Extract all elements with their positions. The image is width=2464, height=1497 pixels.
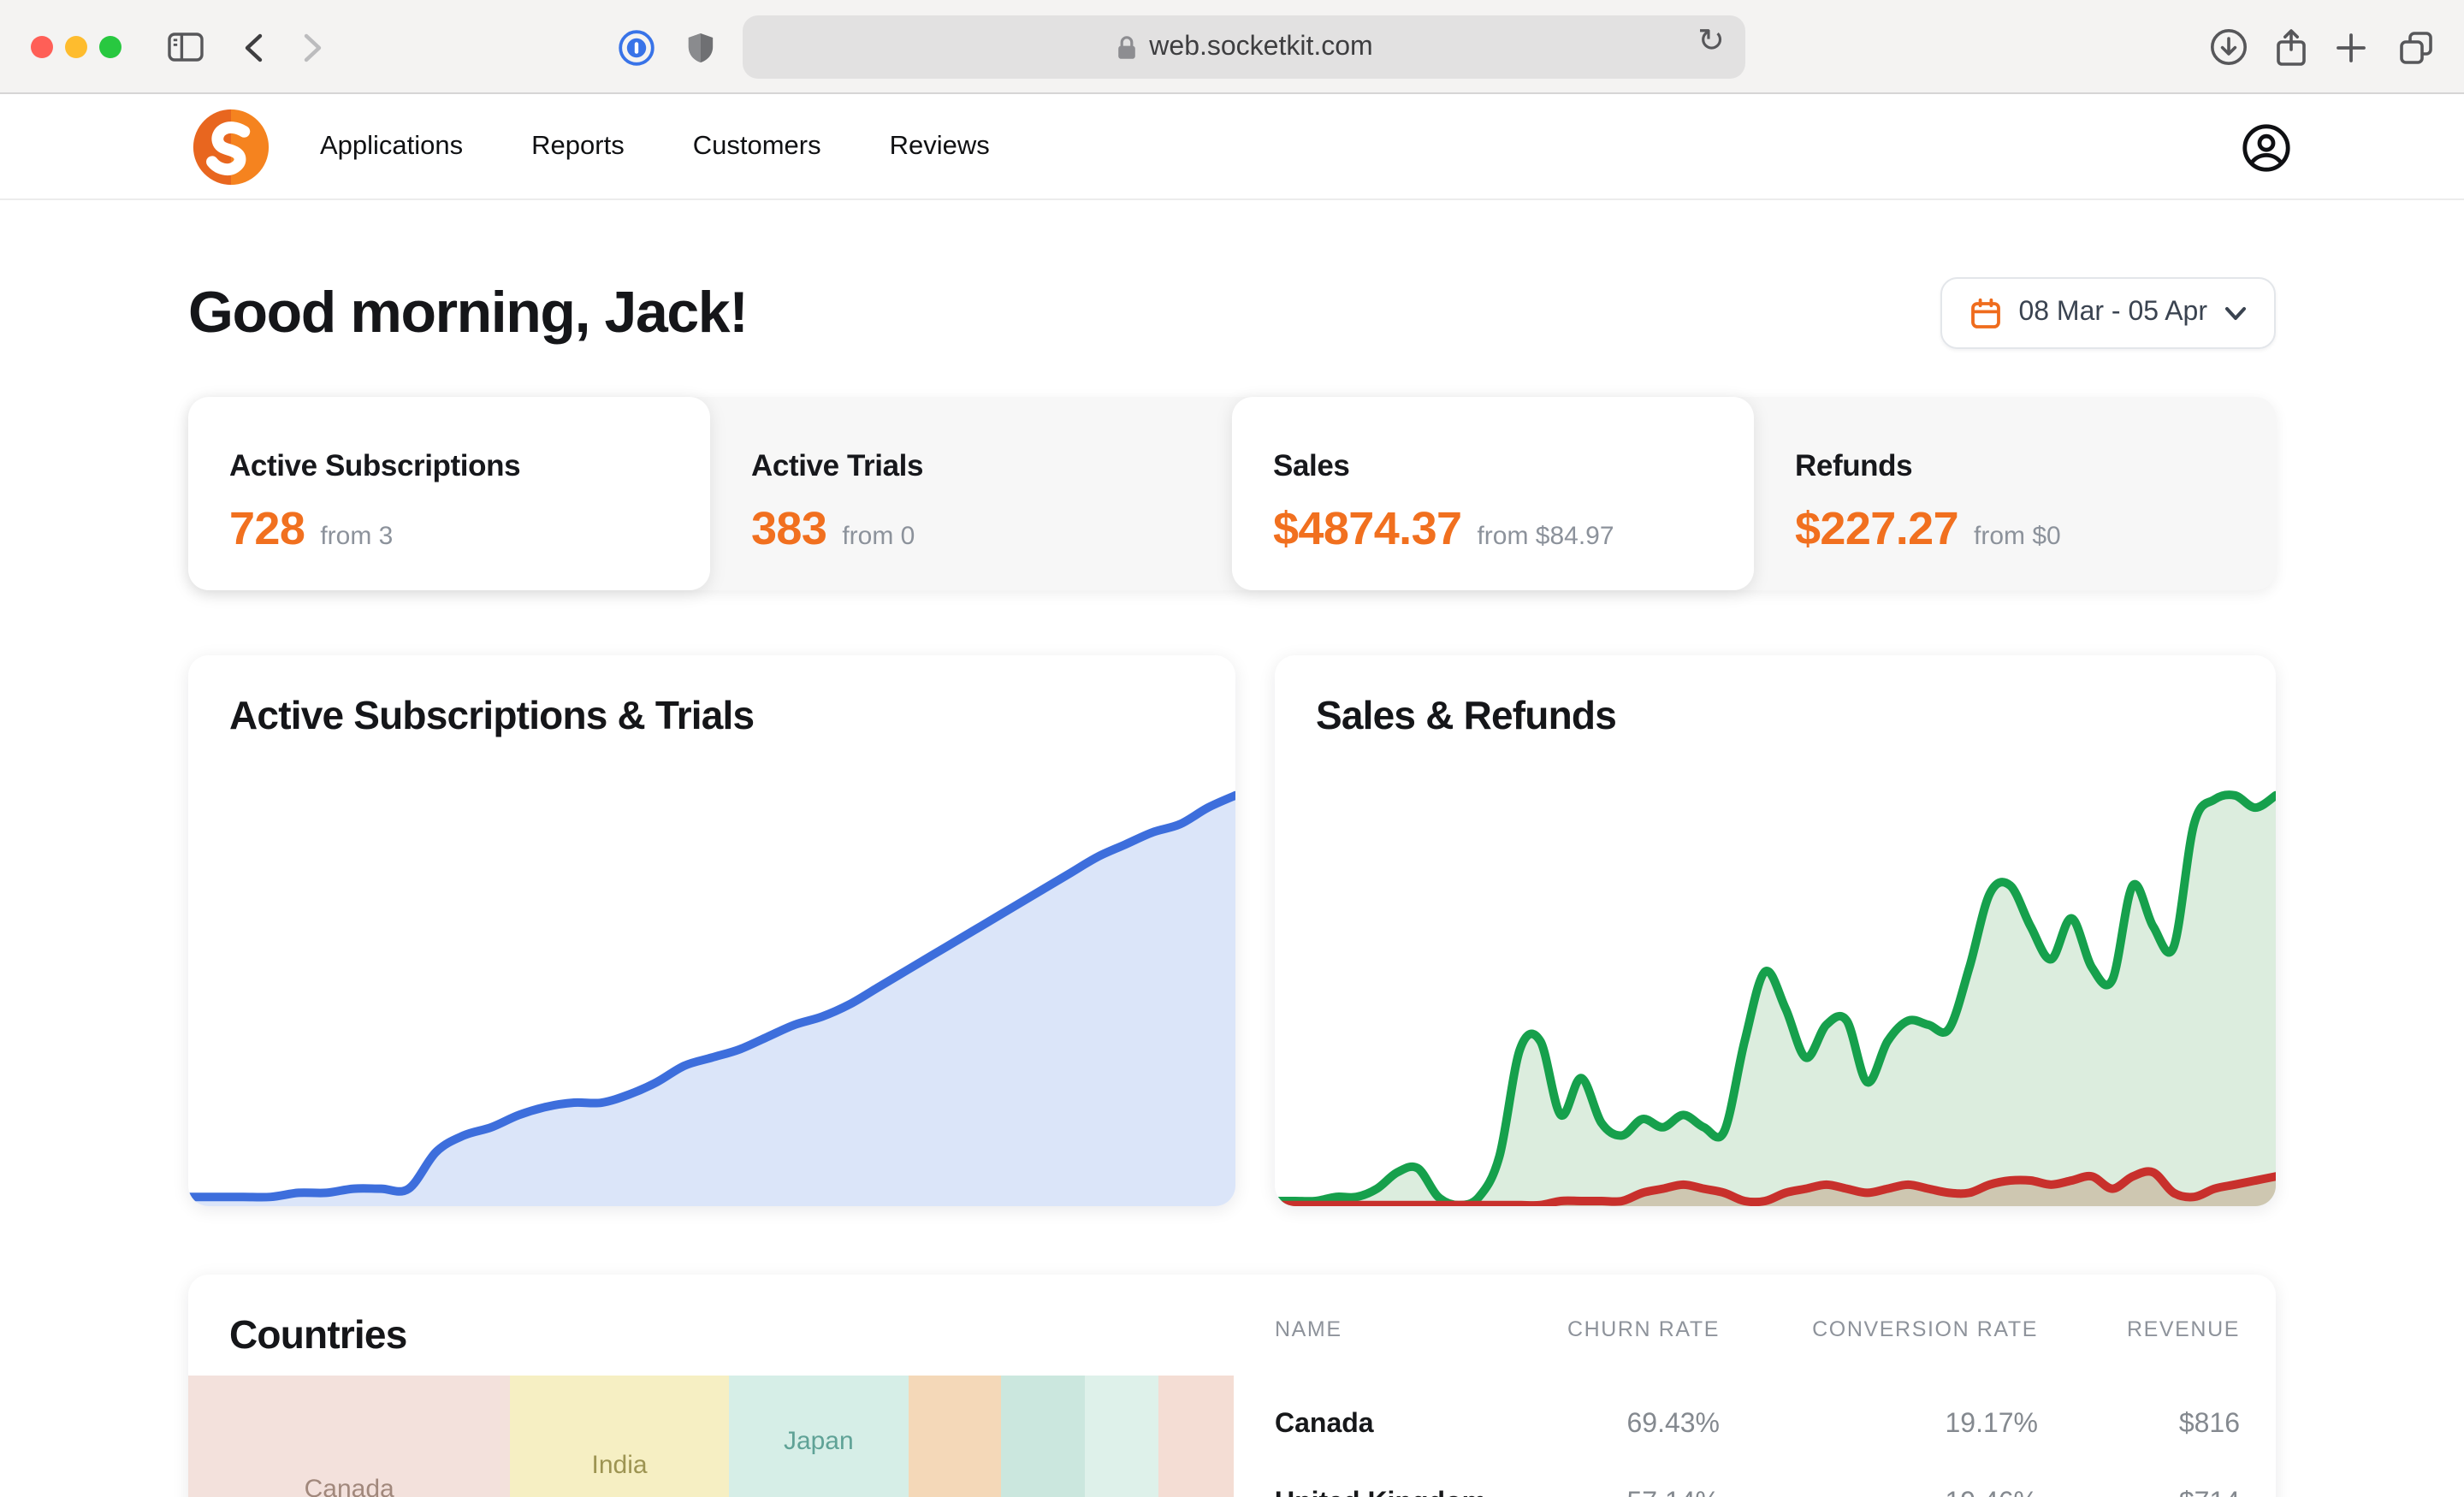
treemap-block: India bbox=[510, 1376, 728, 1497]
traffic-lights bbox=[31, 36, 121, 58]
nav-links: Applications Reports Customers Reviews bbox=[320, 131, 990, 162]
churn-rate-value: 69.43% bbox=[1531, 1406, 1720, 1444]
countries-card: Countries CanadaIndiaJapan NAME CHURN RA… bbox=[188, 1275, 2276, 1497]
lock-icon bbox=[1115, 33, 1137, 61]
new-tab-button[interactable] bbox=[2327, 0, 2375, 94]
account-menu-button[interactable] bbox=[2238, 120, 2293, 175]
share-icon bbox=[2274, 27, 2308, 68]
country-name: United Kingdom bbox=[1275, 1485, 1531, 1497]
stat-card-refunds[interactable]: Refunds $227.27 from $0 bbox=[1754, 397, 2276, 590]
socketkit-logo-icon bbox=[192, 107, 270, 186]
nav-item-applications[interactable]: Applications bbox=[320, 131, 463, 162]
sales-refunds-area-chart bbox=[1275, 787, 2276, 1206]
stat-title: Refunds bbox=[1795, 448, 2276, 484]
browser-chrome: web.socketkit.com ↻ bbox=[0, 0, 2464, 94]
close-window-button[interactable] bbox=[31, 36, 53, 58]
page-title: Good morning, Jack! bbox=[188, 280, 747, 346]
share-button[interactable] bbox=[2267, 0, 2315, 94]
password-extension-button[interactable] bbox=[613, 0, 660, 94]
reload-button[interactable]: ↻ bbox=[1697, 22, 1725, 62]
safari-window: web.socketkit.com ↻ Applications Reports bbox=[0, 0, 2464, 1497]
col-header-revenue: REVENUE bbox=[2038, 1317, 2240, 1341]
revenue-value: $816 bbox=[2038, 1406, 2240, 1444]
treemap-block bbox=[1158, 1376, 1234, 1497]
chart-title: Active Subscriptions & Trials bbox=[188, 655, 1235, 739]
conversion-rate-value: 19.46% bbox=[1720, 1485, 2038, 1497]
calendar-icon bbox=[1969, 297, 2001, 329]
stat-delta: from 0 bbox=[842, 522, 915, 551]
treemap-block bbox=[1084, 1376, 1158, 1497]
nav-item-reviews[interactable]: Reviews bbox=[890, 131, 990, 162]
col-header-churn-rate: CHURN RATE bbox=[1531, 1317, 1720, 1341]
socketkit-logo[interactable] bbox=[192, 107, 270, 186]
treemap-block: Japan bbox=[729, 1376, 909, 1497]
conversion-rate-value: 19.17% bbox=[1720, 1406, 2038, 1444]
sidebar-toggle-button[interactable] bbox=[161, 0, 209, 94]
treemap-country-label: Japan bbox=[729, 1427, 909, 1456]
stat-card-active-trials[interactable]: Active Trials 383 from 0 bbox=[710, 397, 1232, 590]
tabs-icon bbox=[2397, 28, 2435, 66]
dashboard: Good morning, Jack! 08 Mar - 05 Apr Acti… bbox=[188, 277, 2276, 1497]
treemap-block bbox=[1002, 1376, 1085, 1497]
plus-icon bbox=[2334, 30, 2368, 64]
table-row: United Kingdom 57.14% 19.46% $714 bbox=[1275, 1485, 2240, 1497]
sales-refunds-chart-card: Sales & Refunds bbox=[1275, 655, 2276, 1206]
stat-value: 728 bbox=[229, 503, 305, 556]
date-range-label: 08 Mar - 05 Apr bbox=[2018, 298, 2207, 328]
stat-title: Active Trials bbox=[751, 448, 1232, 484]
tab-overview-button[interactable] bbox=[2392, 0, 2440, 94]
subscriptions-area-chart bbox=[188, 787, 1235, 1206]
stat-value: 383 bbox=[751, 503, 826, 556]
date-range-picker[interactable]: 08 Mar - 05 Apr bbox=[1940, 277, 2276, 349]
minimize-window-button[interactable] bbox=[65, 36, 87, 58]
address-bar[interactable]: web.socketkit.com ↻ bbox=[743, 15, 1745, 79]
countries-title: Countries bbox=[188, 1275, 1234, 1358]
chevron-down-icon bbox=[2224, 305, 2247, 321]
zoom-window-button[interactable] bbox=[99, 36, 121, 58]
table-header-row: NAME CHURN RATE CONVERSION RATE REVENUE bbox=[1275, 1317, 2240, 1341]
revenue-value: $714 bbox=[2038, 1485, 2240, 1497]
app-navbar: Applications Reports Customers Reviews bbox=[0, 94, 2464, 200]
sidebar-icon bbox=[167, 33, 203, 62]
stat-delta: from $0 bbox=[1974, 522, 2061, 551]
shield-icon bbox=[685, 30, 714, 64]
nav-item-reports[interactable]: Reports bbox=[531, 131, 625, 162]
back-button[interactable] bbox=[229, 0, 277, 94]
nav-item-customers[interactable]: Customers bbox=[693, 131, 821, 162]
subscriptions-trials-chart-card: Active Subscriptions & Trials bbox=[188, 655, 1235, 1206]
treemap-block bbox=[909, 1376, 1002, 1497]
privacy-shield-button[interactable] bbox=[676, 0, 724, 94]
table-row: Canada 69.43% 19.17% $816 bbox=[1275, 1406, 2240, 1444]
stats-row: Active Subscriptions 728 from 3 Active Tr… bbox=[188, 397, 2276, 590]
stat-delta: from $84.97 bbox=[1477, 522, 1614, 551]
stat-title: Sales bbox=[1273, 448, 1754, 484]
country-name: Canada bbox=[1275, 1406, 1531, 1444]
back-chevron-icon bbox=[243, 32, 264, 62]
treemap-block: Canada bbox=[188, 1376, 510, 1497]
url-text: web.socketkit.com bbox=[1149, 32, 1372, 62]
stat-card-active-subscriptions[interactable]: Active Subscriptions 728 from 3 bbox=[188, 397, 710, 590]
treemap-country-label: India bbox=[510, 1451, 728, 1480]
stat-value: $227.27 bbox=[1795, 503, 1958, 556]
downloads-button[interactable] bbox=[2204, 0, 2252, 94]
col-header-name: NAME bbox=[1275, 1317, 1531, 1341]
forward-button[interactable] bbox=[289, 0, 337, 94]
stat-card-sales[interactable]: Sales $4874.37 from $84.97 bbox=[1232, 397, 1754, 590]
stat-title: Active Subscriptions bbox=[229, 448, 710, 484]
countries-treemap: CanadaIndiaJapan bbox=[188, 1376, 1234, 1497]
user-avatar-icon bbox=[2239, 121, 2292, 174]
churn-rate-value: 57.14% bbox=[1531, 1485, 1720, 1497]
chart-title: Sales & Refunds bbox=[1275, 655, 2276, 739]
download-icon bbox=[2208, 27, 2248, 67]
forward-chevron-icon bbox=[303, 32, 323, 62]
stat-delta: from 3 bbox=[320, 522, 393, 551]
onepassword-icon bbox=[618, 28, 655, 66]
countries-table: NAME CHURN RATE CONVERSION RATE REVENUE … bbox=[1234, 1275, 2276, 1497]
col-header-conversion-rate: CONVERSION RATE bbox=[1720, 1317, 2038, 1341]
stat-value: $4874.37 bbox=[1273, 503, 1461, 556]
treemap-country-label: Canada bbox=[188, 1475, 510, 1497]
